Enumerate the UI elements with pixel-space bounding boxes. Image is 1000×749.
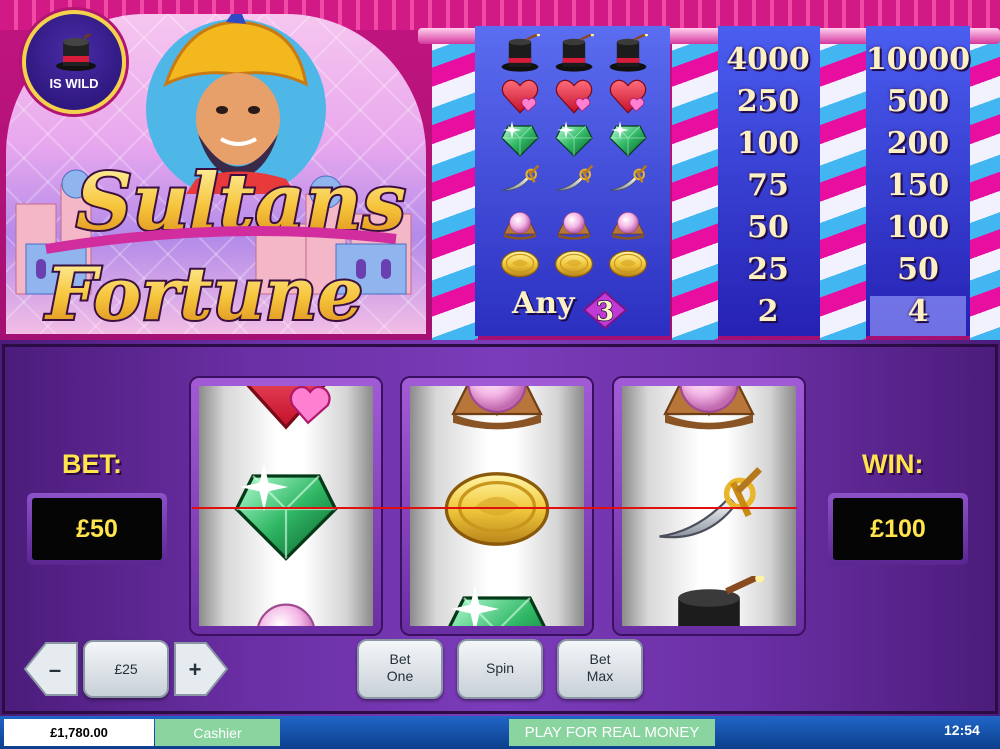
coin-value-button[interactable]: £25 <box>83 640 169 698</box>
pillar-right-b <box>970 40 1000 340</box>
bet-max-label-2: Max <box>586 668 614 684</box>
pearl-icon <box>611 212 645 240</box>
spin-button[interactable]: Spin <box>457 639 543 699</box>
increase-label: + <box>189 657 202 682</box>
game-screen: Sultans Fortune IS WILD Any 3 4000 250 1… <box>0 0 1000 749</box>
wild-label: IS WILD <box>49 76 99 91</box>
cashier-button[interactable]: Cashier <box>155 719 280 746</box>
emerald-icon <box>609 121 647 157</box>
win-value: £100 <box>833 498 963 560</box>
any-three-count: 3 <box>596 297 614 327</box>
payout-value: 75 <box>747 168 789 203</box>
payline <box>192 507 797 509</box>
svg-text:Fortune: Fortune <box>44 251 363 334</box>
reel-symbol-heart <box>246 386 331 430</box>
reel-symbol-pearl <box>663 386 755 430</box>
pearl-icon <box>503 212 537 240</box>
balance-display: £1,780.00 <box>4 719 154 746</box>
reel-3-frame <box>614 378 804 634</box>
bet-label: BET: <box>62 449 122 479</box>
win-label: WIN: <box>862 449 924 479</box>
decrease-bet-button[interactable]: – <box>22 640 80 698</box>
payout-value: 4 <box>907 294 929 329</box>
spin-label: Spin <box>485 660 515 676</box>
payout-value: 150 <box>886 168 950 203</box>
payout-value: 100 <box>886 210 950 245</box>
any-three-badge: 3 <box>582 290 628 330</box>
reel-symbol-emerald <box>234 462 338 561</box>
payout-value: 25 <box>747 252 789 287</box>
top-hat-icon <box>609 34 648 72</box>
payout-value: 50 <box>747 210 789 245</box>
payout-value: 250 <box>736 84 800 119</box>
sword-icon <box>609 164 648 191</box>
coin-value-label: £25 <box>114 661 138 677</box>
top-hat-icon <box>56 34 96 71</box>
play-for-real-money-button[interactable]: PLAY FOR REAL MONEY <box>509 719 715 746</box>
gold-coin-icon <box>609 250 647 278</box>
payout-value: 50 <box>897 252 939 287</box>
reel-symbol-sword <box>659 467 762 539</box>
increase-bet-button[interactable]: + <box>172 640 230 698</box>
reel-2 <box>410 386 584 626</box>
reel-symbol-top-hat <box>678 576 764 626</box>
emerald-icon <box>501 121 539 157</box>
any-three-label: Any <box>512 286 575 321</box>
payout-value: 500 <box>886 84 950 119</box>
bet-max-label-1: Bet <box>589 651 611 667</box>
payout-value: 200 <box>886 126 950 161</box>
reel-symbol-pearl <box>451 386 543 430</box>
sultans-fortune-logo: Sultans Fortune <box>42 155 408 334</box>
reel-1-frame <box>191 378 381 634</box>
wild-symbol-badge: IS WILD <box>22 10 126 114</box>
gold-coin-icon <box>501 250 539 278</box>
clock: 12:54 <box>944 722 980 738</box>
decrease-label: – <box>49 657 61 682</box>
bet-one-button[interactable]: Bet One <box>357 639 443 699</box>
payout-value: 10000 <box>865 42 971 77</box>
payout-value: 100 <box>736 126 800 161</box>
top-hat-icon <box>501 34 540 72</box>
pearl-icon <box>557 212 591 240</box>
bet-max-button[interactable]: Bet Max <box>557 639 643 699</box>
bet-one-label-2: One <box>386 668 414 684</box>
reel-1 <box>199 386 373 626</box>
heart-icon <box>501 79 539 114</box>
emerald-icon <box>555 121 593 157</box>
reel-symbol-emerald <box>448 584 546 626</box>
pillar-mid <box>672 40 718 340</box>
paytable-header: Sultans Fortune IS WILD Any 3 4000 250 1… <box>0 0 1000 340</box>
bet-one-label-1: Bet <box>389 651 411 667</box>
gold-coin-icon <box>555 250 593 278</box>
reel-2-frame <box>402 378 592 634</box>
win-display: £100 <box>828 493 968 565</box>
bet-value: £50 <box>32 498 162 560</box>
payout-value: 2 <box>757 294 779 329</box>
sword-icon <box>555 164 594 191</box>
reel-symbol-gold-coin <box>444 472 550 546</box>
reel-symbol-pearl <box>257 603 315 626</box>
heart-icon <box>555 79 593 114</box>
sword-icon <box>501 164 540 191</box>
heart-icon <box>609 79 647 114</box>
top-hat-icon <box>555 34 594 72</box>
bet-display: £50 <box>27 493 167 565</box>
reel-3 <box>622 386 796 626</box>
payout-value: 4000 <box>726 42 810 77</box>
pillar-left <box>432 40 478 340</box>
pillar-right-a <box>820 40 866 340</box>
